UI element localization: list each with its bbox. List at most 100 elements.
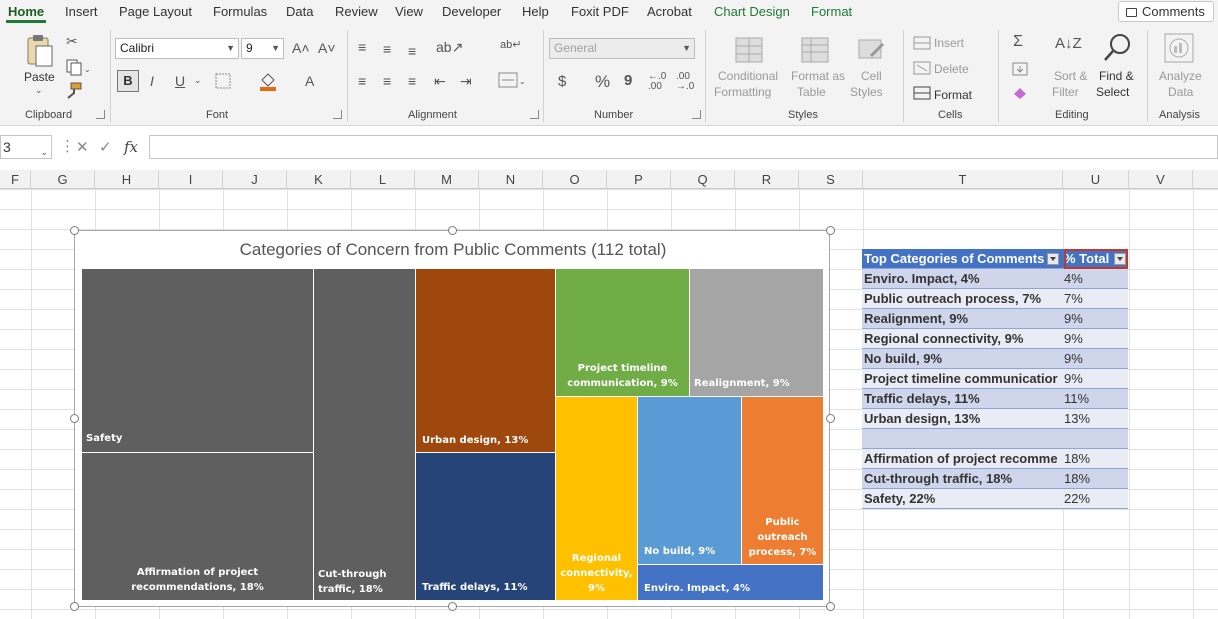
increase-decimal-icon[interactable]: ←.0.00 (648, 72, 666, 92)
table-cell[interactable]: Affirmation of project recomme (864, 449, 1062, 469)
table-cell[interactable] (1064, 429, 1128, 449)
column-header[interactable]: F (0, 170, 31, 189)
column-header[interactable]: U (1063, 170, 1129, 189)
formula-input[interactable] (149, 135, 1218, 159)
tab-developer[interactable]: Developer (442, 4, 501, 19)
comma-button[interactable]: 9 (624, 73, 632, 88)
column-header[interactable]: M (415, 170, 479, 189)
table-cell[interactable]: Regional connectivity, 9% (864, 329, 1062, 349)
bold-button[interactable]: B (117, 70, 139, 92)
table-cell[interactable] (864, 429, 1062, 449)
format-cells-label[interactable]: Format (934, 88, 972, 102)
column-header[interactable]: J (223, 170, 287, 189)
column-header[interactable]: H (95, 170, 159, 189)
tab-data[interactable]: Data (286, 4, 313, 19)
increase-font-icon[interactable]: A˄ (292, 41, 310, 55)
number-launcher-icon[interactable] (692, 110, 701, 119)
autosum-icon[interactable]: Σ (1013, 34, 1023, 50)
tab-acrobat[interactable]: Acrobat (647, 4, 692, 19)
filter-dropdown-icon[interactable] (1047, 253, 1059, 265)
fill-color-icon[interactable] (258, 70, 278, 92)
tab-foxit-pdf[interactable]: Foxit PDF (571, 4, 629, 19)
number-format-select[interactable]: General ▼ (549, 38, 695, 59)
table-cell[interactable]: 4% (1064, 269, 1128, 289)
treemap-tile[interactable]: No build, 9% (638, 397, 742, 565)
table-cell[interactable]: Realignment, 9% (864, 309, 1062, 329)
resize-handle[interactable] (70, 414, 79, 423)
table-cell[interactable]: 9% (1064, 369, 1128, 389)
tab-review[interactable]: Review (335, 4, 378, 19)
delete-cells-icon[interactable] (913, 61, 931, 75)
copy-icon[interactable]: ⌄ (65, 58, 89, 76)
align-center-icon[interactable]: ≡ (383, 74, 391, 88)
conditional-formatting-icon[interactable] (734, 36, 764, 64)
tab-formulas[interactable]: Formulas (213, 4, 267, 19)
font-color-icon[interactable]: A (305, 74, 314, 88)
table-cell[interactable]: Enviro. Impact, 4% (864, 269, 1062, 289)
styles-label[interactable]: Styles (850, 85, 883, 99)
insert-cells-label[interactable]: Insert (934, 36, 964, 50)
table-cell[interactable]: Traffic delays, 11% (864, 389, 1062, 409)
data-label[interactable]: Data (1168, 85, 1193, 99)
column-header[interactable]: G (31, 170, 95, 189)
align-bottom-icon[interactable]: ≡ (408, 44, 416, 58)
cell-styles-icon[interactable] (857, 36, 887, 64)
column-header[interactable]: P (607, 170, 671, 189)
filter-label[interactable]: Filter (1052, 85, 1079, 99)
tab-insert[interactable]: Insert (65, 4, 98, 19)
table-cell[interactable]: 11% (1064, 389, 1128, 409)
orientation-icon[interactable]: ab↗ (436, 40, 463, 54)
decrease-font-icon[interactable]: A˅ (318, 41, 336, 55)
analyze-data-icon[interactable] (1163, 32, 1195, 64)
wrap-text-icon[interactable]: ab↵ (500, 40, 521, 51)
table-cell[interactable]: 18% (1064, 469, 1128, 489)
column-header[interactable]: N (479, 170, 543, 189)
table-cell[interactable]: 22% (1064, 489, 1128, 509)
treemap-tile[interactable]: Enviro. Impact, 4% (638, 565, 824, 601)
column-header[interactable]: T (863, 170, 1063, 189)
tab-chart-design[interactable]: Chart Design (714, 4, 790, 19)
font-launcher-icon[interactable] (333, 110, 342, 119)
table-cell[interactable]: 9% (1064, 309, 1128, 329)
name-box[interactable]: 3 ⌄ (0, 135, 52, 159)
treemap-chart[interactable]: Categories of Concern from Public Commen… (74, 230, 830, 607)
tab-view[interactable]: View (395, 4, 423, 19)
table-label[interactable]: Table (797, 85, 826, 99)
filter-dropdown-icon[interactable] (1114, 253, 1126, 265)
align-top-icon[interactable]: ≡ (358, 40, 366, 54)
table-cell[interactable]: Urban design, 13% (864, 409, 1062, 429)
column-header[interactable]: R (735, 170, 799, 189)
treemap-tile[interactable]: Urban design, 13% (416, 269, 556, 453)
insert-function-icon[interactable]: fx (124, 138, 138, 156)
column-header[interactable]: I (159, 170, 223, 189)
alignment-launcher-icon[interactable] (530, 110, 539, 119)
chart-title[interactable]: Categories of Concern from Public Commen… (75, 240, 831, 260)
table-cell[interactable]: No build, 9% (864, 349, 1062, 369)
fill-icon[interactable] (1012, 62, 1028, 76)
table-cell[interactable]: 9% (1064, 349, 1128, 369)
tab-page-layout[interactable]: Page Layout (119, 4, 192, 19)
align-middle-icon[interactable]: ≡ (383, 42, 391, 56)
delete-cells-label[interactable]: Delete (934, 62, 969, 76)
decrease-decimal-icon[interactable]: .00 →.0 (676, 72, 694, 92)
resize-handle[interactable] (448, 602, 457, 611)
format-as-table-icon[interactable] (800, 36, 830, 64)
find-label[interactable]: Find & (1099, 69, 1134, 83)
resize-handle[interactable] (826, 602, 835, 611)
formatting-label[interactable]: Formatting (714, 85, 771, 99)
column-header[interactable]: L (351, 170, 415, 189)
tab-home[interactable]: Home (5, 4, 47, 23)
paste-chevron-icon[interactable]: ⌄ (35, 86, 43, 95)
find-select-icon[interactable] (1102, 32, 1134, 64)
resize-handle[interactable] (826, 414, 835, 423)
format-painter-icon[interactable] (65, 82, 83, 100)
insert-cells-icon[interactable] (913, 36, 931, 50)
clipboard-launcher-icon[interactable] (96, 110, 105, 119)
cancel-icon[interactable]: ✕ (76, 138, 89, 156)
paste-icon[interactable] (24, 34, 54, 68)
treemap-tile[interactable]: Affirmation of project recommendations, … (82, 453, 314, 601)
table-cell[interactable]: 7% (1064, 289, 1128, 309)
percent-button[interactable]: % (595, 73, 610, 90)
increase-indent-icon[interactable]: ⇥ (460, 74, 472, 88)
column-header[interactable]: S (799, 170, 863, 189)
